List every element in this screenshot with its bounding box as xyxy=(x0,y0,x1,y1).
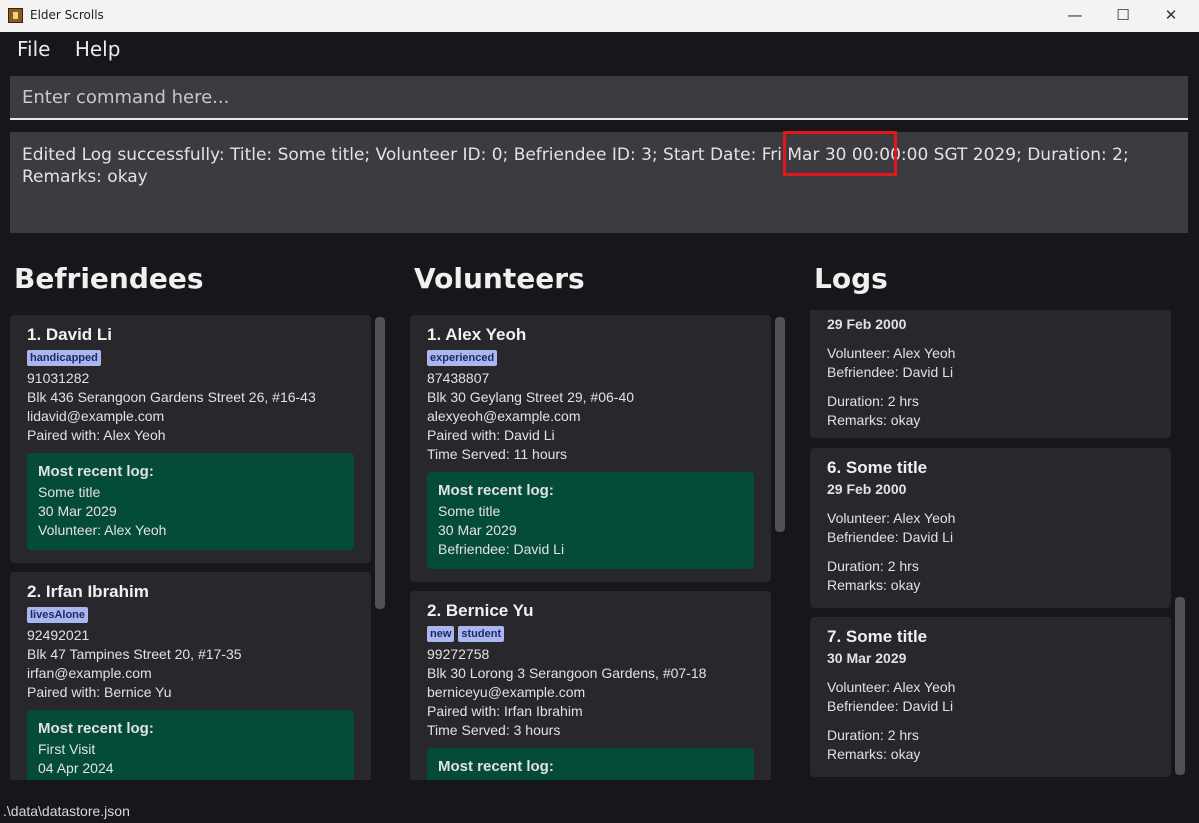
recent-log-volunteer: Volunteer: Alex Yeoh xyxy=(38,522,167,538)
recent-log-date: 30 Mar 2029 xyxy=(38,503,117,519)
volunteer-name: 1. Alex Yeoh xyxy=(427,325,527,344)
volunteer-name: 2. Bernice Yu xyxy=(427,601,534,620)
menu-bar: File Help xyxy=(17,37,138,61)
log-card[interactable]: 29 Feb 2000 Volunteer: Alex Yeoh Befrien… xyxy=(810,310,1171,438)
recent-log-befriendee: Befriendee: David Li xyxy=(438,541,565,557)
log-remarks: Remarks: okay xyxy=(827,746,921,762)
log-remarks: Remarks: okay xyxy=(827,412,921,428)
email: lidavid@example.com xyxy=(27,408,165,424)
phone: 92492021 xyxy=(27,627,90,643)
logs-title: Logs xyxy=(814,262,888,295)
befriendees-scrollbar[interactable] xyxy=(375,317,385,609)
result-display: Edited Log successfully: Title: Some tit… xyxy=(10,132,1188,233)
title-bar: Elder Scrolls — ☐ ✕ xyxy=(0,0,1199,32)
log-title: 6. Some title xyxy=(827,458,928,477)
log-volunteer: Volunteer: Alex Yeoh xyxy=(827,510,956,526)
log-date: 29 Feb 2000 xyxy=(827,316,907,332)
phone: 91031282 xyxy=(27,370,90,386)
log-duration: Duration: 2 hrs xyxy=(827,558,919,574)
app-icon xyxy=(8,8,23,23)
recent-log-heading: Most recent log: xyxy=(38,720,154,737)
recent-log-box: Most recent log: Some title 30 Mar 2029 … xyxy=(427,472,754,569)
email: berniceyu@example.com xyxy=(427,684,586,700)
address: Blk 47 Tampines Street 20, #17-35 xyxy=(27,646,242,662)
close-button[interactable]: ✕ xyxy=(1148,0,1194,32)
time-served: Time Served: 11 hours xyxy=(427,446,568,462)
address: Blk 436 Serangoon Gardens Street 26, #16… xyxy=(27,389,316,405)
command-input[interactable] xyxy=(10,76,1188,120)
recent-log-title: Some title xyxy=(438,503,501,519)
log-volunteer: Volunteer: Alex Yeoh xyxy=(827,679,956,695)
logs-scrollbar[interactable] xyxy=(1175,597,1185,775)
paired-with: Paired with: Irfan Ibrahim xyxy=(427,703,583,719)
log-remarks: Remarks: okay xyxy=(827,577,921,593)
recent-log-title: First Visit xyxy=(38,741,96,757)
time-served: Time Served: 3 hours xyxy=(427,722,561,738)
log-title: 7. Some title xyxy=(827,627,928,646)
log-date: 29 Feb 2000 xyxy=(827,481,907,497)
log-duration: Duration: 2 hrs xyxy=(827,393,919,409)
tag: new xyxy=(427,626,455,642)
volunteer-card[interactable]: 1. Alex Yeoh experienced 87438807 Blk 30… xyxy=(410,315,771,582)
paired-with: Paired with: Bernice Yu xyxy=(27,684,172,700)
phone: 99272758 xyxy=(427,646,490,662)
address: Blk 30 Geylang Street 29, #06-40 xyxy=(427,389,635,405)
befriendees-title: Befriendees xyxy=(14,262,204,295)
window-title: Elder Scrolls xyxy=(30,8,104,22)
log-card[interactable]: 6. Some title 29 Feb 2000 Volunteer: Ale… xyxy=(810,448,1171,608)
befriendee-card[interactable]: 2. Irfan Ibrahim livesAlone 92492021 Blk… xyxy=(10,572,371,780)
tag: experienced xyxy=(427,350,498,366)
tag: handicapped xyxy=(27,350,101,366)
volunteers-title: Volunteers xyxy=(414,262,585,295)
log-befriendee: Befriendee: David Li xyxy=(827,529,954,545)
maximize-button[interactable]: ☐ xyxy=(1100,0,1146,32)
recent-log-date: 30 Mar 2029 xyxy=(438,522,517,538)
recent-log-heading: Most recent log: xyxy=(438,482,554,499)
volunteers-scrollbar[interactable] xyxy=(775,317,785,532)
paired-with: Paired with: David Li xyxy=(427,427,555,443)
menu-help[interactable]: Help xyxy=(75,37,121,61)
log-date: 30 Mar 2029 xyxy=(827,650,907,666)
phone: 87438807 xyxy=(427,370,490,386)
recent-log-box: Most recent log: First Visit 04 Apr 2024 xyxy=(27,710,354,780)
log-volunteer: Volunteer: Alex Yeoh xyxy=(827,345,956,361)
log-card[interactable]: 7. Some title 30 Mar 2029 Volunteer: Ale… xyxy=(810,617,1171,777)
status-bar-path: .\data\datastore.json xyxy=(3,803,130,819)
log-duration: Duration: 2 hrs xyxy=(827,727,919,743)
paired-with: Paired with: Alex Yeoh xyxy=(27,427,166,443)
befriendee-card[interactable]: 1. David Li handicapped 91031282 Blk 436… xyxy=(10,315,371,563)
log-befriendee: Befriendee: David Li xyxy=(827,364,954,380)
befriendee-name: 2. Irfan Ibrahim xyxy=(27,582,149,601)
menu-file[interactable]: File xyxy=(17,37,50,61)
minimize-button[interactable]: — xyxy=(1052,0,1098,32)
recent-log-box: Most recent log: Some title 30 Mar 2029 … xyxy=(27,453,354,550)
address: Blk 30 Lorong 3 Serangoon Gardens, #07-1… xyxy=(427,665,707,681)
recent-log-heading: Most recent log: xyxy=(438,758,554,775)
recent-log-date: 04 Apr 2024 xyxy=(38,760,114,776)
email: alexyeoh@example.com xyxy=(427,408,581,424)
log-befriendee: Befriendee: David Li xyxy=(827,698,954,714)
recent-log-title: Some title xyxy=(38,484,101,500)
annotation-highlight-box xyxy=(783,131,897,176)
volunteer-card[interactable]: 2. Bernice Yu new student 99272758 Blk 30… xyxy=(410,591,771,780)
befriendee-name: 1. David Li xyxy=(27,325,113,344)
recent-log-heading: Most recent log: xyxy=(38,463,154,480)
recent-log-box: Most recent log: xyxy=(427,748,754,780)
tag: livesAlone xyxy=(27,607,89,623)
email: irfan@example.com xyxy=(27,665,152,681)
tag: student xyxy=(458,626,505,642)
